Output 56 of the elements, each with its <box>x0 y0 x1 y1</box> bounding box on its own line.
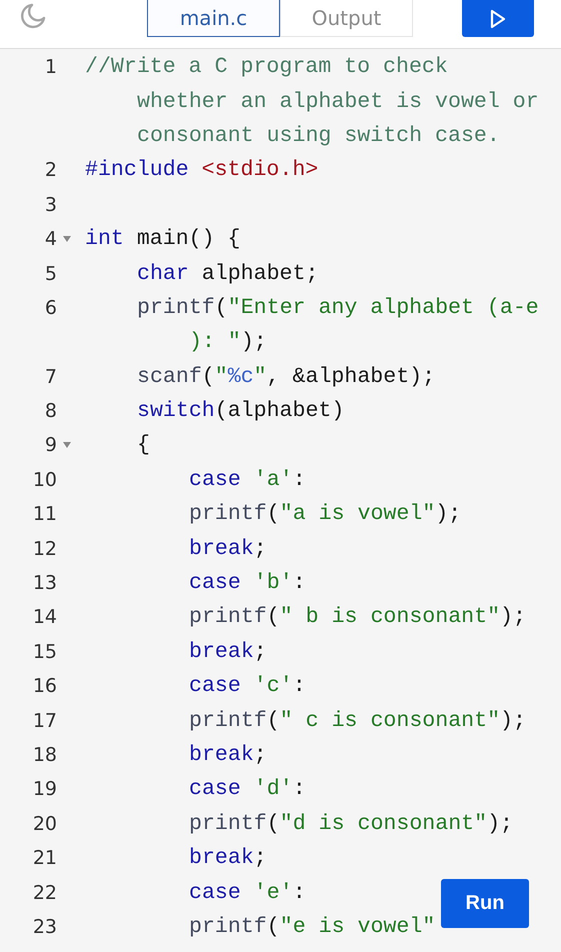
code-line: case 'b': <box>189 571 306 596</box>
line-number: 5 <box>44 262 57 285</box>
run-button[interactable]: Run <box>441 879 529 928</box>
code-line: printf("d is consonant"); <box>189 812 513 836</box>
code-line: whether an alphabet is vowel or <box>137 90 539 114</box>
line-number: 1 <box>44 56 57 78</box>
code-line: case 'e': <box>189 880 306 905</box>
code-line: ): "); <box>189 330 267 354</box>
code-line: printf("e is vowel" <box>189 914 436 939</box>
code-line: break; <box>189 846 267 870</box>
code-line: printf(" b is consonant"); <box>189 605 526 630</box>
file-tab[interactable]: main.c <box>147 0 280 37</box>
line-number: 11 <box>32 503 57 526</box>
code-line: switch(alphabet) <box>137 399 344 424</box>
code-line: break; <box>189 743 267 767</box>
code-line: #include <stdio.h> <box>85 158 318 182</box>
code-line: scanf("%c", &alphabet); <box>137 364 436 389</box>
line-number: 17 <box>32 710 57 732</box>
line-number: 22 <box>32 882 57 904</box>
play-icon <box>489 8 507 28</box>
line-number: 12 <box>32 538 57 560</box>
line-number: 3 <box>44 194 57 216</box>
line-number: 20 <box>32 812 57 835</box>
code-line: break; <box>189 640 267 664</box>
line-number: 10 <box>32 468 57 491</box>
line-number: 23 <box>32 916 57 938</box>
code-line: printf("Enter any alphabet (a-e <box>137 296 539 320</box>
code-line: int main() { <box>85 227 241 252</box>
code-line: printf("a is vowel"); <box>189 502 462 526</box>
code-line: case 'c': <box>189 674 306 698</box>
line-number: 6 <box>44 296 57 319</box>
code-line: { <box>137 433 150 458</box>
fold-caret-icon[interactable] <box>63 236 71 242</box>
line-number: 21 <box>32 847 57 870</box>
moon-icon[interactable] <box>20 3 46 29</box>
run-icon-button[interactable] <box>462 0 534 37</box>
fold-caret-icon[interactable] <box>63 442 71 448</box>
line-number: 7 <box>44 366 57 388</box>
code-line: case 'a': <box>189 468 306 492</box>
line-number: 13 <box>32 572 57 594</box>
code-line: printf(" c is consonant"); <box>189 708 526 733</box>
line-number: 15 <box>32 640 57 663</box>
code-line: char alphabet; <box>137 262 318 286</box>
code-line: case 'd': <box>189 777 306 802</box>
code-line: //Write a C program to check <box>85 55 448 80</box>
line-number: 19 <box>32 778 57 800</box>
line-number: 2 <box>44 159 57 182</box>
code-line: break; <box>189 536 267 561</box>
line-number: 16 <box>32 675 57 698</box>
file-tab[interactable]: Output <box>280 0 413 37</box>
line-number: 18 <box>32 744 57 766</box>
line-number: 8 <box>44 400 57 422</box>
code-line: consonant using switch case. <box>137 124 500 148</box>
line-number: 4 <box>44 228 57 250</box>
line-number: 9 <box>44 434 57 456</box>
line-number: 14 <box>32 606 57 628</box>
